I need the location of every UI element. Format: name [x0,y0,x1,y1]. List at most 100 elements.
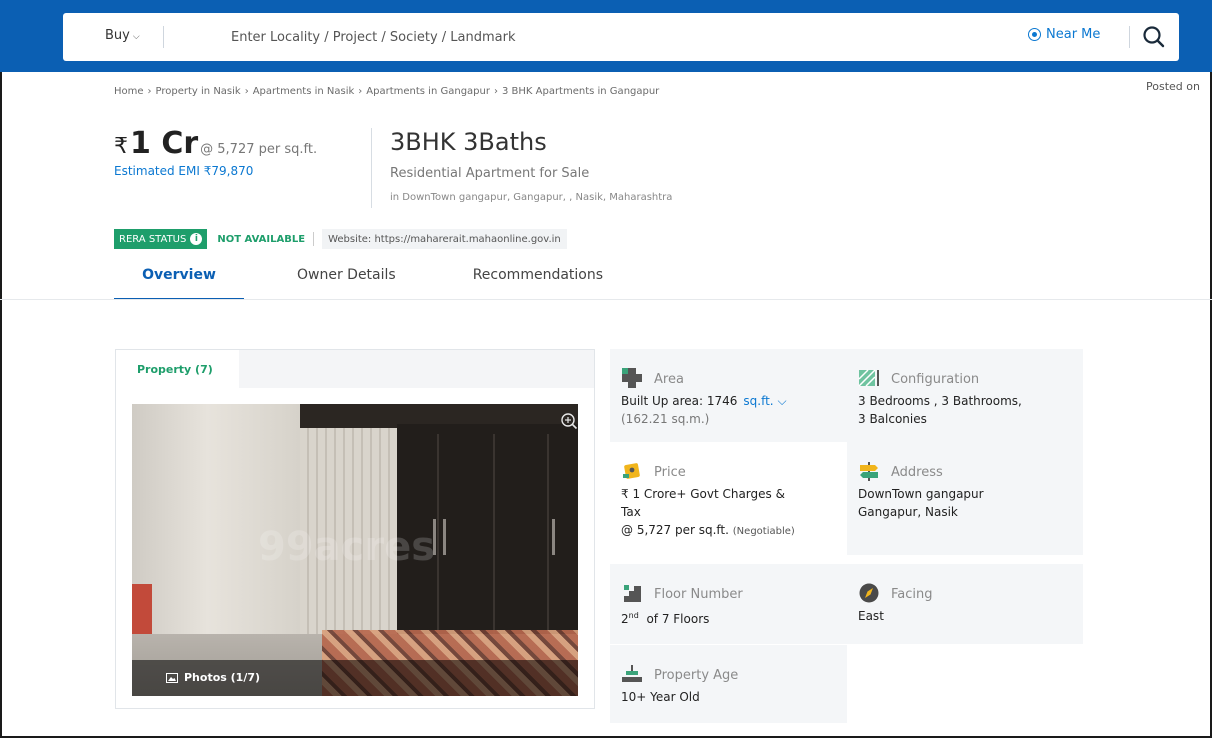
detail-address: Address DownTown gangapur Gangapur, Nasi… [847,442,1083,555]
breadcrumb: Home › Property in Nasik › Apartments in N… [114,86,659,97]
detail-label: Price [654,465,686,480]
detail-facing: Facing East [847,564,1083,644]
compass-icon [859,583,879,603]
detail-label: Floor Number [654,587,743,602]
breadcrumb-item[interactable]: 3 BHK Apartments in Gangapur [502,86,659,97]
property-location: in DownTown gangapur, Gangapur, , Nasik,… [390,192,673,203]
configuration-icon [858,369,879,387]
breadcrumb-item[interactable]: Apartments in Gangapur [366,86,490,97]
area-secondary: (162.21 sq.m.) [621,412,710,426]
photo-seam [547,434,549,634]
area-unit-dropdown[interactable]: sq.ft. ⌵ [743,394,786,408]
photo-watermark: 99acres [258,524,436,570]
tab-divider [0,299,1212,300]
photo-gallery: Property (7) 99acres Photos (1/7) [115,349,595,709]
configuration-line1: 3 Bedrooms , 3 Bathrooms, [858,394,1022,408]
divider [1129,26,1130,48]
price-value: 1 Cr [130,126,199,161]
tab-owner-details[interactable]: Owner Details [297,264,396,300]
address-line1: DownTown gangapur [858,487,984,501]
gallery-tab-property[interactable]: Property (7) [116,350,239,388]
zoom-in-icon [561,413,578,430]
photo-handle [443,519,446,555]
floor-value: 2nd of 7 Floors [621,607,709,628]
info-icon[interactable]: i [190,233,203,245]
detail-price: Price ₹ 1 Crore+ Govt Charges & Tax @ 5,… [610,442,847,555]
search-button[interactable] [1139,23,1169,51]
photo-seam [437,434,439,634]
signpost-icon [860,462,878,481]
search-bar: Buy⌵ Near Me [63,13,1179,61]
photo-handle [552,519,555,555]
section-tabs: Overview Owner Details Recommendations [114,264,603,300]
buy-dropdown[interactable]: Buy ⌵ [105,28,140,43]
area-value: Built Up area: 1746 [621,394,738,408]
detail-label: Address [891,465,943,480]
detail-configuration: Configuration 3 Bedrooms , 3 Bathrooms, … [847,349,1083,442]
area-icon [622,368,642,388]
zoom-in-button[interactable] [560,412,578,430]
tab-overview[interactable]: Overview [114,264,244,300]
breadcrumb-separator: › [358,86,363,97]
photos-count-bar[interactable]: Photos (1/7) [132,660,578,696]
price-per-sqft: @ 5,727 per sq.ft. [200,142,318,157]
image-icon [166,672,178,683]
price-block: ₹ 1 Cr @ 5,727 per sq.ft. [114,126,317,161]
price-currency: ₹ [114,134,128,159]
breadcrumb-item[interactable]: Home [114,86,144,97]
emi-link[interactable]: Estimated EMI ₹79,870 [114,164,253,178]
rera-status-value: NOT AVAILABLE [217,233,306,245]
divider [313,232,315,246]
property-photo[interactable]: 99acres Photos (1/7) [132,404,578,696]
photo-seam [493,434,495,634]
gallery-tab-bar: Property (7) [116,350,594,388]
negotiable-note: (Negotiable) [732,526,795,537]
breadcrumb-separator: › [493,86,498,97]
near-me-button[interactable]: Near Me [1028,27,1100,42]
search-icon [1143,26,1165,48]
near-me-label: Near Me [1046,27,1101,42]
price-line2: Tax [621,505,641,519]
rera-website: Website: https://maharerait.mahaonline.g… [322,229,567,249]
chevron-down-icon: ⌵ [132,32,140,42]
search-input[interactable] [231,25,831,49]
breadcrumb-item[interactable]: Property in Nasik [156,86,241,97]
breadcrumb-item[interactable]: Apartments in Nasik [253,86,355,97]
breadcrumb-separator: › [244,86,249,97]
detail-value: Built Up area: 1746 sq.ft. ⌵ [621,392,787,410]
photos-count-label: Photos (1/7) [184,671,261,684]
detail-label: Area [654,372,684,387]
detail-label: Configuration [891,372,980,387]
posted-on-label: Posted on [1146,80,1200,93]
chevron-down-icon: ⌵ [777,394,787,408]
location-target-icon [1028,28,1041,41]
floor-number: 2 [621,612,629,626]
price-per-sqft-detail: @ 5,727 per sq.ft. [621,523,729,537]
address-line2: Gangapur, Nasik [858,505,958,519]
rera-status-badge: RERA STATUS i [114,229,208,249]
breadcrumb-separator: › [147,86,152,97]
configuration-line2: 3 Balconies [858,412,927,426]
property-age-icon [622,665,642,682]
property-age-value: 10+ Year Old [621,690,700,704]
facing-value: East [858,609,884,623]
divider [371,128,372,208]
floor-suffix: nd [628,611,639,620]
price-line1: ₹ 1 Crore+ Govt Charges & [621,487,785,501]
property-title: 3BHK 3Baths [390,128,547,156]
rera-row: RERA STATUS i NOT AVAILABLE Website: htt… [114,229,567,249]
property-subtitle: Residential Apartment for Sale [390,166,590,181]
area-unit: sq.ft. [743,394,774,408]
price-tag-icon [623,463,640,479]
detail-label: Facing [891,587,933,602]
detail-label: Property Age [654,668,739,683]
header-band: Buy⌵ Near Me [0,0,1212,72]
floor-total: of 7 Floors [646,612,710,626]
buy-label: Buy [105,28,130,43]
detail-floor: Floor Number 2nd of 7 Floors [610,564,847,644]
photos-count: Photos (1/7) [166,671,260,684]
tab-recommendations[interactable]: Recommendations [473,264,603,300]
rera-status-label: RERA STATUS [119,233,187,245]
detail-property-age: Property Age 10+ Year Old [610,645,847,723]
detail-area: Area Built Up area: 1746 sq.ft. ⌵ (162.21… [610,349,847,442]
